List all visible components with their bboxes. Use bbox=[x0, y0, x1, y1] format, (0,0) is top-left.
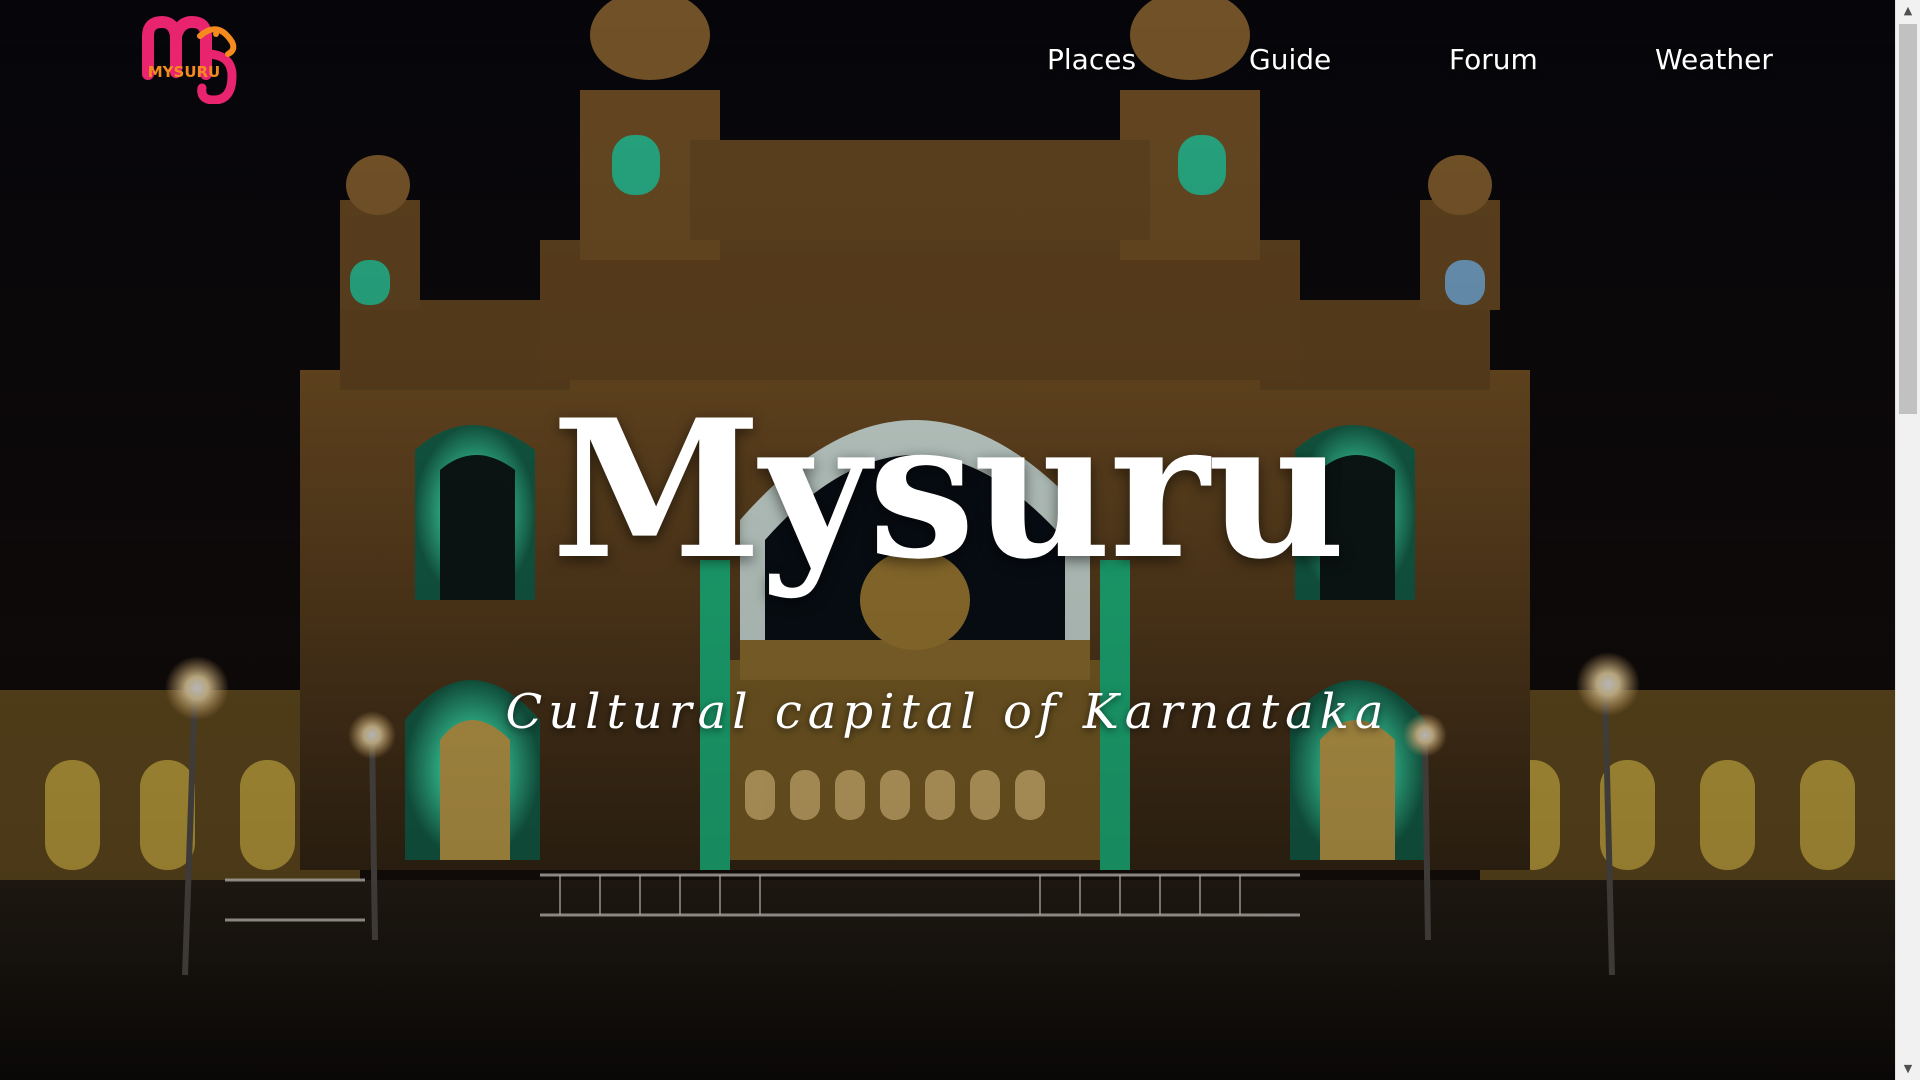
nav-link-weather[interactable]: Weather bbox=[1655, 40, 1773, 80]
page-viewport: MYSURU Places Guide Forum Weather Mysuru… bbox=[0, 0, 1895, 1080]
main-navigation: Places Guide Forum Weather bbox=[0, 0, 1895, 120]
triangle-down-icon[interactable]: ▼ bbox=[1896, 1058, 1920, 1080]
nav-link-forum[interactable]: Forum bbox=[1449, 40, 1538, 80]
scrollbar-thumb[interactable] bbox=[1899, 24, 1917, 414]
triangle-up-icon[interactable]: ▲ bbox=[1896, 0, 1920, 22]
nav-link-guide[interactable]: Guide bbox=[1249, 40, 1331, 80]
vertical-scrollbar[interactable]: ▲ ▼ bbox=[1895, 0, 1920, 1080]
hero-title: Mysuru bbox=[551, 378, 1345, 601]
nav-link-places[interactable]: Places bbox=[1047, 40, 1136, 80]
hero-subtitle: Cultural capital of Karnataka bbox=[505, 684, 1390, 740]
